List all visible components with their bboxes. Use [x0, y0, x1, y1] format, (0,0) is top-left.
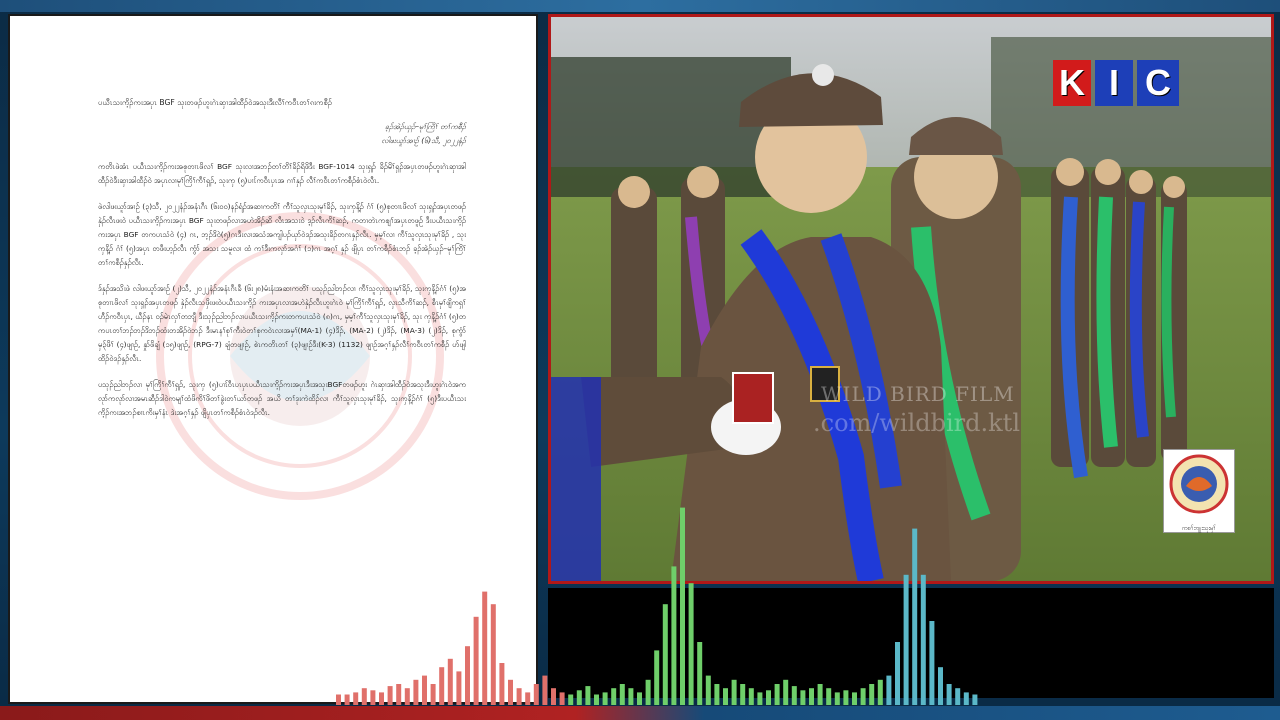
bottom-banner-strip	[0, 706, 1280, 720]
document-paragraph: ပသုၣ်ညါဘၣ်လၢ မုၢ်ကြိၢ်ကီၢ်ရှၣ်, သုးကှ (၅…	[98, 380, 466, 417]
lower-black-panel	[548, 588, 1274, 698]
watermark-url: .com/wildbird.ktl	[813, 409, 1020, 437]
document-title: ပယီၤသးကိ့ၣ်ကးအပှၤ BGF သုးတဖၣ်ဟူးဂဲၤဆှၢအါ…	[98, 98, 332, 107]
channel-logo: K I C	[1053, 60, 1179, 106]
top-banner-strip	[0, 0, 1280, 12]
emblem-icon	[1169, 454, 1229, 514]
news-photo-frame: WILD BIRD FILM .com/wildbird.ktl K I C က…	[548, 14, 1274, 584]
news-document-panel: ပယီၤသးကိ့ၣ်ကးအပှၤ BGF သုးတဖၣ်ဟူးဂဲၤဆှၢအါ…	[8, 14, 538, 704]
channel-logo-letter: K	[1053, 60, 1091, 106]
organization-emblem: ကစၢ်ဘျုးသုးမှၢ်	[1163, 449, 1235, 533]
document-paragraph: ဖဲလါဖးယူာ်အၢဉ် (၃)သီ, ၂၀၂၂နံၣ်အနံၤဂီၤ (၆…	[98, 202, 466, 267]
document-paragraph: ဒ်နှၣ်အသိးဖဲ လါဖးယူာ်အၢဉ် (၂)သီ, ၂၀၂၂နံၣ…	[98, 284, 466, 363]
channel-logo-letter: I	[1095, 60, 1133, 106]
document-byline: ခ့ၣ်အဲၣ်ယှၣ်–မုၢ်ကြိၢ် တၢ်ကစီၣ်	[384, 122, 466, 131]
document-paragraph: ကတိၤဖဲအံၤ ပယီၤသးကိ့ၣ်ကးအစုတၢၤဖိလၢ် BGF သ…	[98, 162, 466, 185]
channel-logo-letter: C	[1137, 60, 1179, 106]
visualizer-bar	[542, 675, 548, 705]
emblem-caption: ကစၢ်ဘျုးသုးမှၢ်	[1181, 525, 1217, 532]
document-date: လါဖးယူာ်အၢဉ် (၆)သီ, ၂၀၂၂နံၣ်	[381, 136, 466, 145]
watermark-text: WILD BIRD FILM	[821, 382, 1015, 406]
